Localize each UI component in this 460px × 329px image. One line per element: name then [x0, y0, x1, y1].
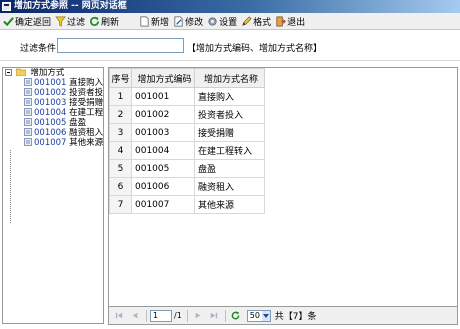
cell-seq: 1 — [109, 87, 132, 106]
funnel-icon — [55, 16, 66, 27]
exit-door-icon — [276, 16, 286, 26]
refresh-icon — [231, 311, 240, 320]
next-page-icon — [195, 312, 201, 319]
gear-icon — [208, 16, 217, 26]
tree-root[interactable]: 增加方式 — [3, 68, 103, 78]
pager-divider — [224, 309, 226, 322]
cell-seq: 7 — [109, 195, 132, 214]
tree-item[interactable]: 001004 在建工程转入 — [3, 108, 103, 118]
table-row[interactable]: 7 001007 其他来源 — [109, 195, 265, 214]
filter-button[interactable]: 过滤 — [54, 14, 88, 29]
cell-code: 001005 — [131, 159, 195, 178]
window-icon — [2, 2, 11, 11]
prev-page-icon — [132, 312, 137, 319]
table-header-row: 序号 增加方式编码 增加方式名称 — [109, 68, 265, 88]
pager-divider — [146, 309, 147, 322]
tree-panel: 增加方式 001001 直接购入 001002 投资者投入 001003 接受捐… — [2, 67, 104, 324]
tree-item[interactable]: 001006 融资租入 — [3, 128, 103, 138]
filter-hint: 【增加方式编码、增加方式名称】 — [187, 44, 323, 54]
record-count: 共【7】条 — [274, 312, 317, 322]
tree-item[interactable]: 001005 盘盈 — [3, 118, 103, 128]
last-page-icon — [211, 312, 218, 319]
total-pages: /1 — [174, 311, 182, 320]
data-grid: 序号 增加方式编码 增加方式名称 1 001001 直接购入 2 001002 投资者投… — [108, 67, 458, 307]
cell-seq: 4 — [109, 141, 132, 160]
cell-seq: 6 — [109, 177, 132, 196]
page-size-select[interactable]: 50 — [246, 309, 271, 322]
confirm-return-button[interactable]: 确定返回 — [2, 14, 54, 29]
leaf-node-icon — [24, 78, 32, 86]
prev-page-button[interactable] — [129, 310, 141, 322]
data-table: 序号 增加方式编码 增加方式名称 1 001001 直接购入 2 001002 投资者投… — [109, 68, 265, 214]
leaf-node-icon — [24, 128, 32, 136]
exit-button[interactable]: 退出 — [274, 14, 308, 29]
cell-code: 001004 — [131, 141, 195, 160]
collapse-icon[interactable] — [5, 69, 12, 76]
table-row[interactable]: 1 001001 直接购入 — [109, 87, 265, 106]
cell-code: 001002 — [131, 105, 195, 124]
folder-icon — [15, 68, 26, 76]
tree-item[interactable]: 001003 接受捐赠 — [3, 98, 103, 108]
filter-label: 过滤条件 — [20, 44, 57, 54]
toolbar: 确定返回 过滤 刷新 新增 修改 设置 格式 退出 — [0, 13, 460, 30]
tree-item[interactable]: 001002 投资者投入 — [3, 88, 103, 98]
setup-button[interactable]: 设置 — [206, 14, 240, 29]
cell-seq: 3 — [109, 123, 132, 142]
header-name[interactable]: 增加方式名称 — [194, 68, 265, 88]
header-seq[interactable]: 序号 — [109, 68, 132, 88]
last-page-button[interactable] — [208, 310, 220, 322]
refresh-button[interactable]: 刷新 — [88, 14, 122, 29]
dropdown-arrow-icon[interactable] — [261, 310, 270, 321]
cell-seq: 5 — [109, 159, 132, 178]
add-button[interactable]: 新增 — [138, 14, 172, 29]
cell-code: 001003 — [131, 123, 195, 142]
pencil-icon — [242, 15, 252, 26]
check-icon — [3, 16, 14, 26]
filter-bar: 过滤条件 【增加方式编码、增加方式名称】 — [0, 31, 460, 61]
edit-document-icon — [174, 16, 183, 26]
next-page-button[interactable] — [192, 310, 204, 322]
cell-seq: 2 — [109, 105, 132, 124]
cell-name: 投资者投入 — [194, 105, 265, 124]
leaf-node-icon — [24, 138, 32, 146]
leaf-node-icon — [24, 88, 32, 96]
filter-input[interactable] — [57, 38, 184, 53]
window-title: 增加方式参照 -- 网页对话框 — [14, 1, 127, 11]
leaf-node-icon — [24, 98, 32, 106]
page-number-input[interactable] — [150, 309, 172, 322]
header-code[interactable]: 增加方式编码 — [131, 68, 195, 88]
cell-name: 直接购入 — [194, 87, 265, 106]
format-button[interactable]: 格式 — [240, 14, 274, 29]
pager-divider — [186, 309, 188, 322]
table-row[interactable]: 3 001003 接受捐赠 — [109, 123, 265, 142]
first-page-icon — [115, 312, 122, 319]
table-row[interactable]: 2 001002 投资者投入 — [109, 105, 265, 124]
cell-name: 接受捐赠 — [194, 123, 265, 142]
title-bar: 增加方式参照 -- 网页对话框 — [0, 0, 460, 13]
table-row[interactable]: 6 001006 融资租入 — [109, 177, 265, 196]
leaf-node-icon — [24, 118, 32, 126]
edit-button[interactable]: 修改 — [172, 14, 206, 29]
cell-name: 融资租入 — [194, 177, 265, 196]
tree-item[interactable]: 001001 直接购入 — [3, 78, 103, 88]
table-row[interactable]: 5 001005 盘盈 — [109, 159, 265, 178]
cell-code: 001006 — [131, 177, 195, 196]
cell-name: 在建工程转入 — [194, 141, 265, 160]
cell-code: 001001 — [131, 87, 195, 106]
refresh-icon — [90, 16, 100, 26]
tree-connector — [10, 150, 11, 223]
cell-code: 001007 — [131, 195, 195, 214]
refresh-page-button[interactable] — [230, 310, 242, 322]
cell-name: 其他来源 — [194, 195, 265, 214]
leaf-node-icon — [24, 108, 32, 116]
tree-item[interactable]: 001007 其他来源 — [3, 138, 103, 148]
cell-name: 盘盈 — [194, 159, 265, 178]
first-page-button[interactable] — [113, 310, 125, 322]
table-row[interactable]: 4 001004 在建工程转入 — [109, 141, 265, 160]
new-document-icon — [140, 16, 149, 26]
pagination-bar: /1 50 共【7】条 — [108, 307, 458, 325]
